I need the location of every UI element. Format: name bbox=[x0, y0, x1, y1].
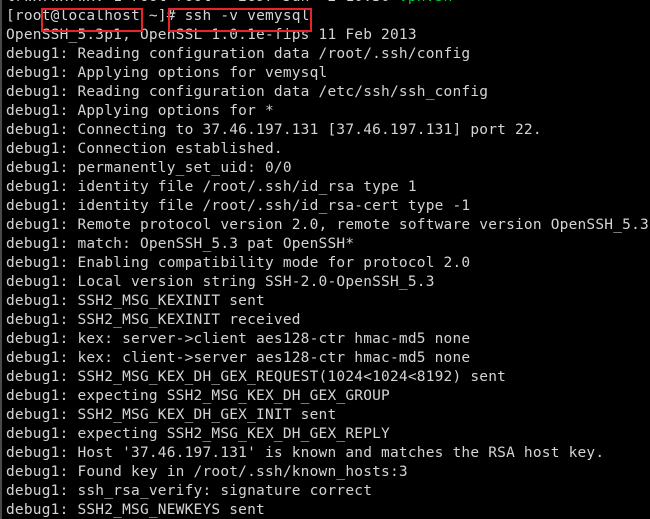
terminal-output-line: OpenSSH_5.3p1, OpenSSL 1.0.1e-fips 11 Fe… bbox=[6, 27, 417, 43]
terminal-output-line: debug1: Host '37.46.197.131' is known an… bbox=[6, 445, 605, 461]
prompt-cwd: ~]# bbox=[148, 8, 185, 24]
terminal-window[interactable]: lrwxrwxrwx. 1 root root 2697 Jun 2 10:30… bbox=[0, 0, 650, 519]
terminal-output-line: debug1: Remote protocol version 2.0, rem… bbox=[6, 217, 649, 233]
terminal-output-line: debug1: identity file /root/.ssh/id_rsa … bbox=[6, 179, 417, 195]
terminal-output-line: debug1: Connection established. bbox=[6, 141, 283, 157]
file-listing-text: lrwxrwxrwx. 1 root root 2697 Jun 2 10:30 bbox=[6, 0, 399, 5]
terminal-output-line: debug1: Local version string SSH-2.0-Ope… bbox=[6, 274, 435, 290]
ssh-output-block: OpenSSH_5.3p1, OpenSSL 1.0.1e-fips 11 Fe… bbox=[0, 26, 650, 519]
terminal-output-line: debug1: Reading configuration data /etc/… bbox=[6, 84, 489, 100]
terminal-output-line: debug1: permanently_set_uid: 0/0 bbox=[6, 160, 292, 176]
terminal-output-line: debug1: Found key in /root/.ssh/known_ho… bbox=[6, 464, 408, 480]
terminal-output-line: debug1: Applying options for vemysql bbox=[6, 65, 328, 81]
terminal-output-line: debug1: Connecting to 37.46.197.131 [37.… bbox=[6, 122, 542, 138]
terminal-screen[interactable]: lrwxrwxrwx. 1 root root 2697 Jun 2 10:30… bbox=[0, 0, 650, 519]
terminal-output-line: debug1: kex: client->server aes128-ctr h… bbox=[6, 350, 471, 366]
terminal-output-line: debug1: kex: server->client aes128-ctr h… bbox=[6, 331, 471, 347]
window-left-edge bbox=[0, 0, 2, 519]
shell-prompt-line[interactable]: [root@localhost ~]# ssh -v vemysql bbox=[0, 7, 650, 26]
scrollback-partial-line: lrwxrwxrwx. 1 root root 2697 Jun 2 10:30… bbox=[0, 0, 650, 7]
command-input[interactable]: ssh -v vemysql bbox=[185, 8, 310, 24]
terminal-output-line: debug1: SSH2_MSG_KEX_DH_GEX_REQUEST(1024… bbox=[6, 369, 507, 385]
terminal-output-line: debug1: ssh_rsa_verify: signature correc… bbox=[6, 483, 373, 499]
terminal-output-line: debug1: Enabling compatibility mode for … bbox=[6, 255, 471, 271]
terminal-output-line: debug1: SSH2_MSG_KEX_DH_GEX_INIT sent bbox=[6, 407, 337, 423]
terminal-output-line: debug1: match: OpenSSH_5.3 pat OpenSSH* bbox=[6, 236, 355, 252]
terminal-output-line: debug1: identity file /root/.ssh/id_rsa-… bbox=[6, 198, 471, 214]
terminal-output-line: debug1: Reading configuration data /root… bbox=[6, 46, 471, 62]
terminal-output-line: debug1: SSH2_MSG_KEXINIT sent bbox=[6, 293, 265, 309]
terminal-output-line: debug1: expecting SSH2_MSG_KEX_DH_GEX_RE… bbox=[6, 426, 390, 442]
prompt-user-host: [root@localhost bbox=[6, 8, 149, 24]
terminal-output-line: debug1: Applying options for * bbox=[6, 103, 274, 119]
file-name-vpn-sh: vpn.sh bbox=[399, 0, 453, 5]
terminal-output-line: debug1: SSH2_MSG_NEWKEYS sent bbox=[6, 502, 265, 518]
terminal-output-line: debug1: SSH2_MSG_KEXINIT received bbox=[6, 312, 301, 328]
terminal-output-line: debug1: expecting SSH2_MSG_KEX_DH_GEX_GR… bbox=[6, 388, 390, 404]
